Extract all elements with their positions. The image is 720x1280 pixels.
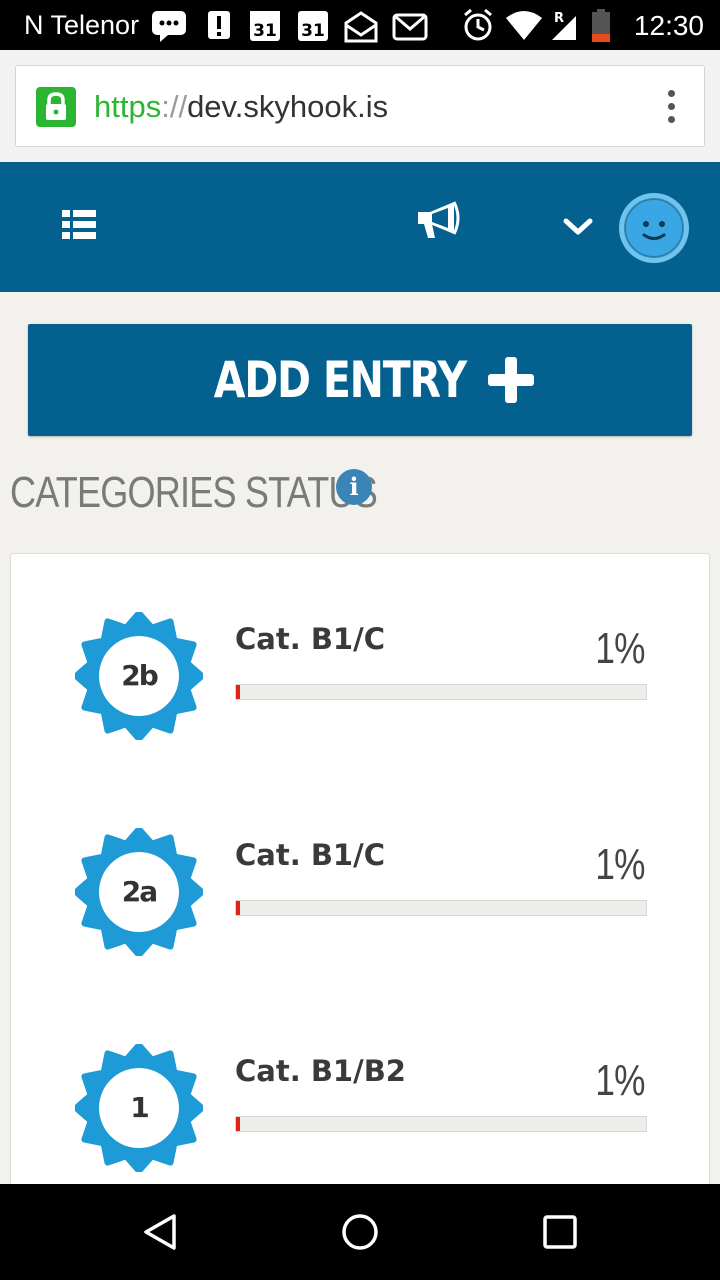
address-bar[interactable]: https://dev.skyhook.is	[15, 65, 705, 147]
back-triangle-icon[interactable]	[140, 1212, 180, 1252]
progress-bar	[235, 900, 647, 916]
category-badge: 1	[73, 1042, 205, 1174]
status-bar: N Telenor 31 31 R 12:30	[0, 0, 720, 50]
carrier-name: N Telenor	[24, 10, 140, 40]
calendar-day-2: 31	[301, 21, 325, 41]
category-row[interactable]: 2a Cat. B1/C 1%	[11, 770, 711, 958]
alarm-icon	[464, 8, 492, 41]
category-name: Cat. B1/C	[235, 622, 385, 656]
category-badge-label: 2a	[121, 875, 158, 908]
url-scheme: https	[94, 89, 162, 124]
more-options-icon[interactable]	[666, 90, 676, 126]
category-row[interactable]: 2b Cat. B1/C 1%	[11, 554, 711, 742]
info-icon[interactable]: i	[336, 469, 372, 505]
url-separator: ://	[161, 89, 188, 124]
add-entry-button[interactable]: ADD ENTRY	[28, 324, 692, 436]
list-menu-icon[interactable]	[62, 210, 106, 246]
category-badge: 2b	[73, 610, 205, 742]
smiley-avatar-icon[interactable]	[618, 192, 690, 264]
url-host: dev.skyhook.is	[187, 89, 389, 124]
battery-icon	[592, 9, 610, 42]
lock-icon	[36, 87, 76, 127]
chat-icon	[152, 11, 186, 42]
calendar-day-1: 31	[253, 21, 277, 41]
category-badge-label: 2b	[121, 659, 159, 692]
category-percent: 1%	[595, 1056, 646, 1105]
notification-icons: 31 31	[152, 11, 428, 43]
category-badge-label: 1	[130, 1091, 149, 1124]
calendar-icon: 31	[250, 11, 280, 41]
clock: 12:30	[633, 10, 704, 41]
progress-bar-fill	[236, 1117, 241, 1131]
add-entry-label: ADD ENTRY	[213, 351, 468, 409]
home-circle-icon[interactable]	[340, 1212, 380, 1252]
browser-toolbar: https://dev.skyhook.is	[0, 50, 720, 162]
system-nav-bar	[0, 1184, 720, 1280]
progress-bar-fill	[236, 901, 241, 915]
category-name: Cat. B1/C	[235, 838, 385, 872]
categories-status-heading: CATEGORIES STATUS	[10, 468, 378, 517]
signal-icon: R	[552, 11, 576, 40]
category-percent: 1%	[595, 840, 646, 889]
category-badge: 2a	[73, 826, 205, 958]
calendar-icon: 31	[298, 11, 328, 41]
progress-bar	[235, 1116, 647, 1132]
progress-bar	[235, 684, 647, 700]
app-header	[0, 162, 720, 292]
plus-icon	[487, 357, 534, 403]
chevron-down-icon[interactable]	[562, 216, 594, 238]
wifi-icon	[506, 11, 542, 40]
roaming-indicator: R	[554, 11, 564, 26]
gmail-icon	[392, 13, 428, 41]
progress-bar-fill	[236, 685, 241, 699]
category-percent: 1%	[595, 624, 646, 673]
megaphone-icon[interactable]	[414, 198, 470, 246]
category-row[interactable]: 1 Cat. B1/B2 1%	[11, 986, 711, 1174]
url-text[interactable]: https://dev.skyhook.is	[94, 89, 388, 125]
alert-icon	[208, 11, 230, 39]
categories-card: 2b Cat. B1/C 1% 2a Cat. B1/C 1% 1 Cat. B1/B2 1%	[10, 553, 710, 1253]
mail-open-icon	[344, 11, 378, 43]
recents-square-icon[interactable]	[540, 1212, 580, 1252]
system-icons: R	[464, 8, 610, 42]
category-name: Cat. B1/B2	[235, 1054, 406, 1088]
